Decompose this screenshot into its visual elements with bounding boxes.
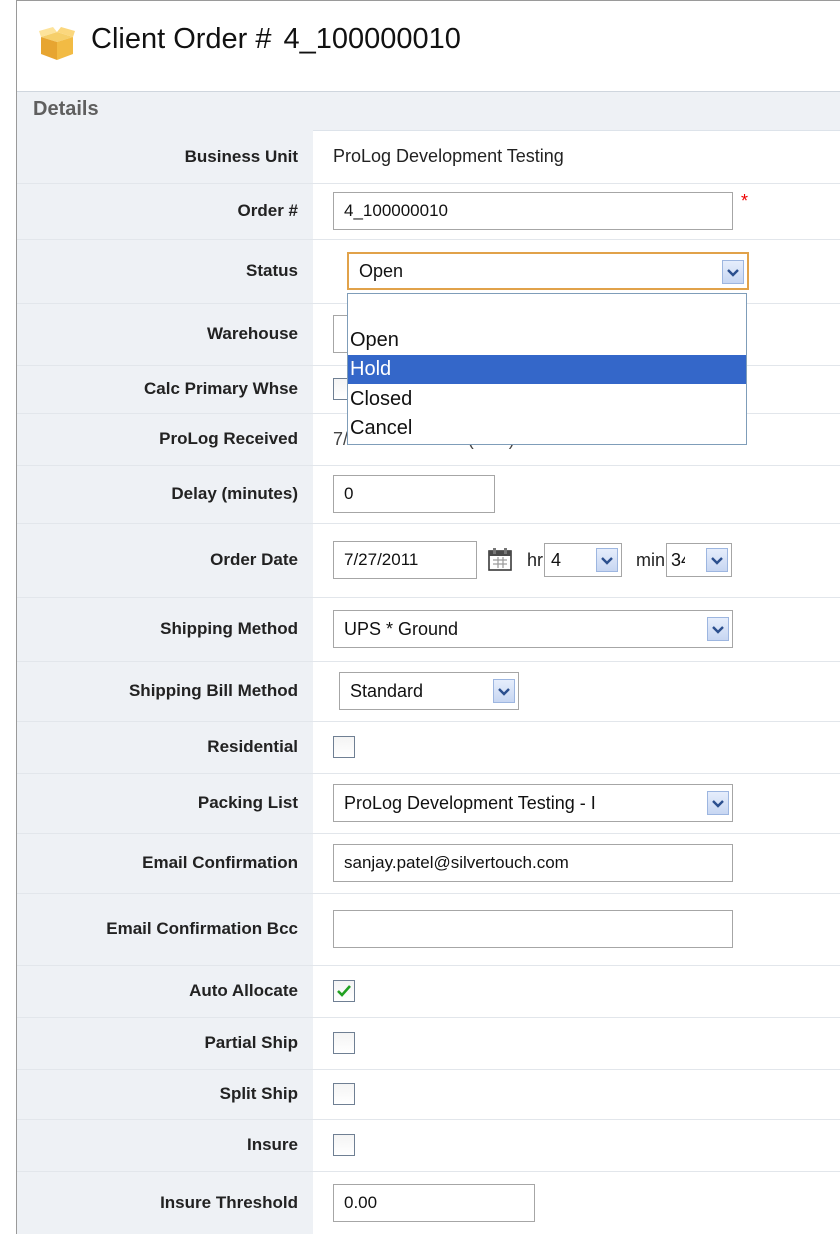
packing-list-value: ProLog Development Testing - I xyxy=(344,792,596,813)
row-split-ship: Split Ship xyxy=(17,1069,840,1120)
label-insure-threshold: Insure Threshold xyxy=(160,1193,298,1212)
label-status: Status xyxy=(246,261,298,280)
order-date-input[interactable]: 7/27/2011 xyxy=(333,541,477,579)
label-residential: Residential xyxy=(207,737,298,756)
label-shipping-bill-method: Shipping Bill Method xyxy=(128,681,298,700)
page-title: Client Order # 4_100000010 xyxy=(91,23,461,56)
row-auto-allocate: Auto Allocate xyxy=(17,965,840,1018)
calendar-icon[interactable] xyxy=(487,547,515,573)
row-insure-threshold: Insure Threshold 0.00 xyxy=(17,1171,840,1235)
label-order-number: Order # xyxy=(237,201,298,220)
status-dropdown-list: Open Hold Closed Cancel xyxy=(347,293,747,445)
shipping-bill-method-value: Standard xyxy=(350,680,424,701)
package-box-icon xyxy=(39,27,75,60)
row-order-date: Order Date 7/27/2011 hr 4 min 34 xyxy=(17,523,840,598)
delay-input[interactable]: 0 xyxy=(333,475,495,513)
chevron-down-icon[interactable] xyxy=(706,548,729,572)
email-confirmation-bcc-input[interactable] xyxy=(333,910,733,948)
row-business-unit: Business Unit ProLog Development Testing xyxy=(17,130,840,184)
row-partial-ship: Partial Ship xyxy=(17,1017,840,1070)
residential-checkbox[interactable] xyxy=(333,736,355,758)
status-option-open[interactable]: Open xyxy=(348,326,746,355)
chevron-down-icon[interactable] xyxy=(722,260,744,284)
label-prolog-received: ProLog Received xyxy=(159,429,298,448)
status-option-blank[interactable] xyxy=(348,294,746,323)
row-insure: Insure xyxy=(17,1119,840,1172)
label-email-confirmation-bcc: Email Confirmation Bcc xyxy=(106,919,298,938)
label-order-date: Order Date xyxy=(210,550,298,569)
label-partial-ship: Partial Ship xyxy=(204,1033,298,1052)
insure-threshold-input[interactable]: 0.00 xyxy=(333,1184,535,1222)
business-unit-value: ProLog Development Testing xyxy=(333,146,564,166)
required-asterisk: * xyxy=(741,191,749,211)
details-section-header: Details xyxy=(17,92,840,131)
split-ship-checkbox[interactable] xyxy=(333,1083,355,1105)
status-select[interactable]: Open xyxy=(347,252,749,290)
label-warehouse: Warehouse xyxy=(206,324,298,343)
order-panel: Client Order # 4_100000010 Details Busine… xyxy=(16,0,840,1234)
label-business-unit: Business Unit xyxy=(184,146,298,166)
status-option-cancel[interactable]: Cancel xyxy=(348,414,746,443)
label-split-ship: Split Ship xyxy=(219,1084,298,1103)
chevron-down-icon[interactable] xyxy=(493,679,515,703)
shipping-method-value: UPS * Ground xyxy=(344,618,459,639)
row-delay: Delay (minutes) 0 xyxy=(17,465,840,524)
row-shipping-bill-method: Shipping Bill Method Standard xyxy=(17,661,840,722)
label-auto-allocate: Auto Allocate xyxy=(189,981,298,1000)
title-prefix: Client Order # xyxy=(91,23,272,55)
chevron-down-icon[interactable] xyxy=(596,548,619,572)
status-option-closed[interactable]: Closed xyxy=(348,385,746,414)
auto-allocate-checkbox[interactable] xyxy=(333,980,355,1002)
title-bar: Client Order # 4_100000010 xyxy=(17,1,840,92)
hour-value: 4 xyxy=(551,549,562,570)
label-insure: Insure xyxy=(246,1135,298,1154)
label-packing-list: Packing List xyxy=(197,793,298,812)
row-email-confirmation-bcc: Email Confirmation Bcc xyxy=(17,893,840,966)
shipping-method-select[interactable]: UPS * Ground xyxy=(333,610,733,648)
status-selected-value: Open xyxy=(359,260,404,281)
details-title: Details xyxy=(33,98,99,120)
shipping-bill-method-select[interactable]: Standard xyxy=(339,672,519,710)
row-order-number: Order # 4_100000010 * xyxy=(17,183,840,240)
minute-select[interactable]: 34 xyxy=(666,543,733,577)
label-shipping-method: Shipping Method xyxy=(160,619,298,638)
chevron-down-icon[interactable] xyxy=(707,617,729,641)
packing-list-select[interactable]: ProLog Development Testing - I xyxy=(333,784,733,822)
email-confirmation-input[interactable]: sanjay.patel@silvertouch.com xyxy=(333,844,733,882)
checkmark-icon xyxy=(337,985,351,997)
label-calc-primary-whse: Calc Primary Whse xyxy=(143,379,298,398)
minute-label: min xyxy=(636,549,666,570)
status-option-hold[interactable]: Hold xyxy=(348,355,746,384)
partial-ship-checkbox[interactable] xyxy=(333,1032,355,1054)
insure-checkbox[interactable] xyxy=(333,1134,355,1156)
title-order-number: 4_100000010 xyxy=(283,23,461,55)
label-email-confirmation: Email Confirmation xyxy=(142,853,298,872)
row-email-confirmation: Email Confirmation sanjay.patel@silverto… xyxy=(17,833,840,894)
chevron-down-icon[interactable] xyxy=(707,791,729,815)
order-number-input[interactable]: 4_100000010 xyxy=(333,192,733,230)
row-residential: Residential xyxy=(17,721,840,774)
row-shipping-method: Shipping Method UPS * Ground xyxy=(17,597,840,662)
minute-value: 34 xyxy=(671,549,685,570)
row-packing-list: Packing List ProLog Development Testing … xyxy=(17,773,840,834)
hour-label: hr xyxy=(527,549,544,570)
label-delay: Delay (minutes) xyxy=(171,484,298,503)
hour-select[interactable]: 4 xyxy=(544,543,623,577)
